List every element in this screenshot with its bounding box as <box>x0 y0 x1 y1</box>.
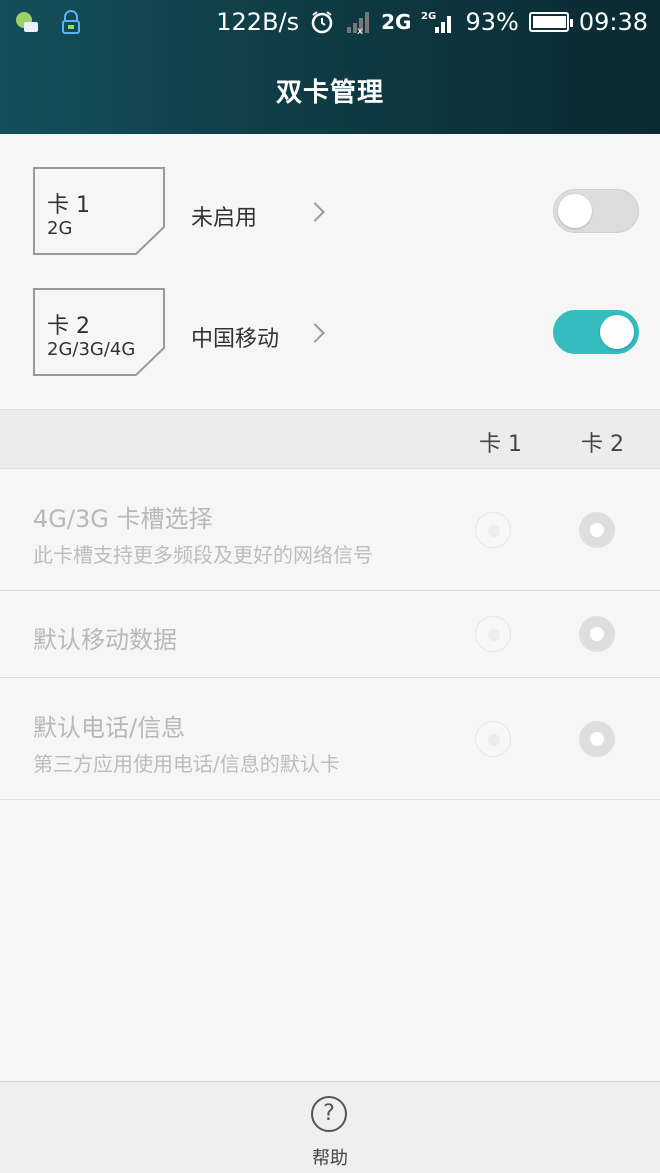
setting-title: 默认移动数据 <box>33 626 177 654</box>
setting-slot-selection[interactable]: 4G/3G 卡槽选择 此卡槽支持更多频段及更好的网络信号 <box>0 469 660 591</box>
network-type-label: 2G <box>381 10 412 34</box>
chevron-right-icon <box>305 323 325 343</box>
setting-default-data[interactable]: 默认移动数据 <box>0 591 660 678</box>
radio-card1[interactable] <box>475 512 511 548</box>
sim-row-1[interactable]: 卡 1 2G 未启用 <box>0 162 660 262</box>
help-label: 帮助 <box>312 1148 348 1169</box>
toggle-knob <box>600 315 634 349</box>
sim1-no-signal-icon: x <box>345 9 371 37</box>
radio-card2[interactable] <box>579 512 615 548</box>
sim-network: 2G/3G/4G <box>47 339 136 360</box>
help-icon: ? <box>311 1096 347 1132</box>
sim-operator: 未启用 <box>191 206 258 231</box>
radio-card1[interactable] <box>475 721 511 757</box>
sim1-toggle[interactable] <box>553 189 639 233</box>
sim2-toggle[interactable] <box>553 310 639 354</box>
battery-percent: 93% <box>465 8 519 36</box>
svg-text:2G: 2G <box>421 11 436 22</box>
battery-icon <box>528 12 573 32</box>
message-notification-icon <box>14 10 40 36</box>
bottom-bar: ? 帮助 <box>0 1081 660 1173</box>
clock: 09:38 <box>578 8 648 36</box>
svg-text:x: x <box>357 26 363 35</box>
status-bar: 122B/s x 2G 2G 93% 09:38 <box>0 0 660 48</box>
setting-title: 4G/3G 卡槽选择 <box>33 505 213 533</box>
column-card2: 卡 2 <box>581 432 624 457</box>
sim-row-2[interactable]: 卡 2 2G/3G/4G 中国移动 <box>0 283 660 383</box>
sim-name: 卡 1 <box>47 193 90 218</box>
column-header: 卡 1 卡 2 <box>0 409 660 469</box>
radio-card2[interactable] <box>579 616 615 652</box>
alarm-icon <box>309 9 335 35</box>
toggle-knob <box>558 194 592 228</box>
app-header: 122B/s x 2G 2G 93% 09:38 双卡管理 <box>0 0 660 134</box>
vpn-lock-icon <box>58 10 84 36</box>
setting-subtitle: 第三方应用使用电话/信息的默认卡 <box>33 752 340 776</box>
setting-title: 默认电话/信息 <box>33 714 186 742</box>
chevron-right-icon <box>305 202 325 222</box>
radio-card1[interactable] <box>475 616 511 652</box>
page-title: 双卡管理 <box>275 78 384 108</box>
sim-name: 卡 2 <box>47 314 90 339</box>
setting-default-call-sms[interactable]: 默认电话/信息 第三方应用使用电话/信息的默认卡 <box>0 678 660 800</box>
column-card1: 卡 1 <box>479 432 522 457</box>
sim2-signal-icon: 2G <box>421 9 455 35</box>
sim-operator: 中国移动 <box>191 327 280 352</box>
radio-card2[interactable] <box>579 721 615 757</box>
network-speed: 122B/s <box>216 8 300 36</box>
sim-network: 2G <box>47 218 73 239</box>
setting-subtitle: 此卡槽支持更多频段及更好的网络信号 <box>33 543 373 567</box>
